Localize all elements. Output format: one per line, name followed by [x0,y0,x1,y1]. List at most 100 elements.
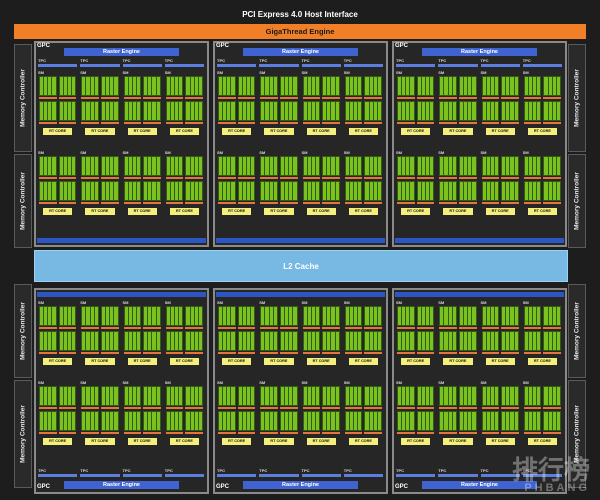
tensor-core-line [39,202,57,204]
cuda-core-block [101,77,106,95]
tensor-core-line [481,202,500,204]
cuda-core-block [166,102,170,120]
tpc-label: TPC [396,468,404,473]
cuda-core-block [94,157,98,175]
cuda-core-block [106,157,110,175]
cuda-core-block [354,307,358,325]
cuda-core-block [251,182,255,200]
cuda-core-block [175,387,179,405]
bottom-blue-strip [37,238,206,243]
cuda-core-block [315,332,320,350]
cuda-core-block [335,387,339,405]
cuda-core-block [354,157,358,175]
tensor-core-line [523,327,542,329]
tensor-core-line [364,352,382,354]
cuda-core-block [219,387,223,405]
cuda-core-block [231,332,235,350]
tensor-core-line [123,432,142,434]
cuda-core-block [331,77,335,95]
cuda-core-block [468,182,472,200]
sm-label: SM [38,150,44,155]
cuda-core-block [524,307,528,325]
cuda-core-block [223,332,227,350]
cuda-core-block [490,332,494,350]
tensor-core-line [364,202,382,204]
cuda-core-block [464,307,468,325]
tensor-core-line [543,202,561,204]
cuda-core-block [144,307,148,325]
cuda-core-block [417,307,421,325]
sm-label: SM [480,150,487,155]
cuda-core-block [514,332,518,350]
cuda-core-block [190,332,194,350]
cuda-core-block [354,182,358,200]
cuda-core-block [194,412,198,430]
tensor-core-line [279,352,298,354]
tensor-core-line [218,407,236,409]
polymorph-engine [217,64,257,67]
cuda-core-block [556,77,560,95]
cuda-core-block [430,307,434,325]
tensor-core-line [165,352,184,354]
cuda-core-block [219,412,223,430]
cuda-core-block [114,182,118,200]
tensor-core-line [344,177,363,179]
cuda-core-block [406,102,410,120]
bottom-blue-strip [216,292,385,297]
tensor-core-line [185,177,203,179]
cuda-core-block [402,182,406,200]
rt-core: RT CORE [169,208,199,215]
cuda-core-block [175,332,179,350]
tpc-label: TPC [259,468,268,473]
sm-label: SM [217,300,223,305]
tensor-core-line [523,352,542,354]
cuda-core-block [238,102,242,120]
cuda-core-block [44,307,48,325]
cuda-core-block [86,412,90,430]
pci-express-host-interface: PCI Express 4.0 Host Interface [242,10,358,19]
cuda-core-block [556,412,560,430]
cuda-core-block [227,157,231,175]
cuda-core-block [148,412,152,430]
cuda-core-block [533,332,537,350]
cuda-core-block [365,157,369,175]
rt-core: RT CORE [306,438,336,445]
cuda-core-block [425,182,430,200]
cuda-core-block [261,387,265,405]
cuda-core-block [369,332,373,350]
tensor-core-line [302,122,321,124]
cuda-core-block [544,332,548,350]
tensor-core-line [237,177,256,179]
polymorph-engine [343,474,383,477]
cuda-core-block [468,102,472,120]
cuda-core-block [358,102,362,120]
rt-core: RT CORE [443,128,473,135]
cuda-core-block [410,182,414,200]
cuda-core-block [514,102,518,120]
tensor-core-line [523,202,542,204]
cuda-core-block [323,332,327,350]
cuda-core-block [323,412,327,430]
cuda-core-block [128,387,132,405]
tensor-core-line [58,327,77,329]
tensor-core-line [185,327,203,329]
cuda-core-block [269,102,273,120]
cuda-core-block [410,157,414,175]
cuda-core-block [170,412,175,430]
tensor-core-line [397,327,415,329]
cuda-core-block [421,77,425,95]
sm-label: SM [301,150,308,155]
cuda-core-block [265,332,269,350]
tensor-core-line [523,177,542,179]
cuda-core-block [440,102,444,120]
cuda-core-block [148,182,152,200]
cuda-core-block [261,182,265,200]
sm-label: SM [217,150,223,155]
cuda-core-block [398,102,402,120]
cuda-core-block [124,412,128,430]
cuda-core-block [90,182,94,200]
tensor-core-line [439,352,457,354]
sm-label: SM [522,70,529,75]
tensor-core-line [165,407,184,409]
tensor-core-line [364,177,382,179]
